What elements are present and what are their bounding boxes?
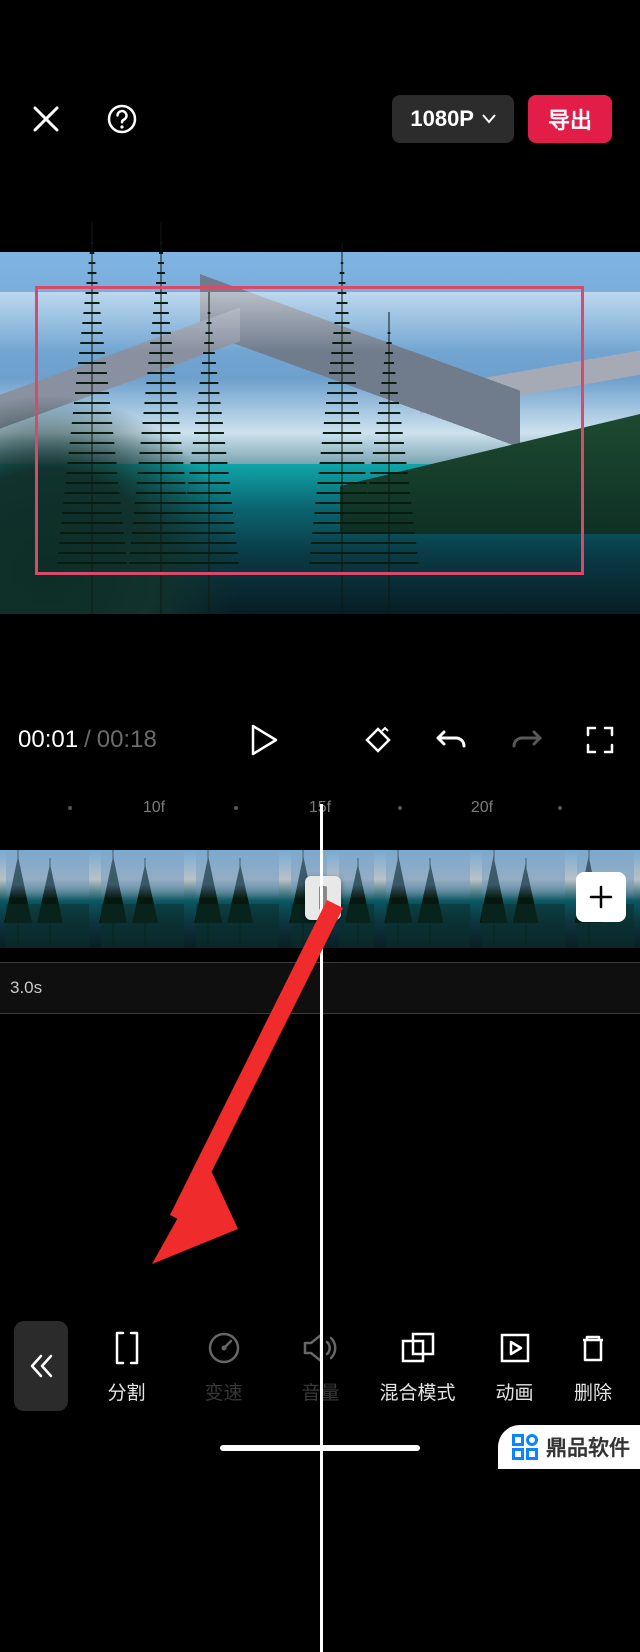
tool-animation-label: 动画: [495, 1378, 533, 1405]
overlay-duration: 3.0s: [10, 978, 42, 998]
play-icon: [250, 724, 278, 756]
keyframe-icon: [363, 725, 393, 755]
tool-split-label: 分割: [107, 1378, 145, 1405]
ruler-dot: [234, 806, 238, 810]
tool-split[interactable]: 分割: [78, 1328, 175, 1405]
ruler-tick: 20f: [471, 799, 493, 817]
playback-bar: 00:01 / 00:18: [0, 708, 640, 772]
ruler-dot: [68, 806, 72, 810]
fullscreen-button[interactable]: [578, 718, 622, 762]
blend-icon: [400, 1331, 436, 1365]
watermark-logo-icon: [512, 1434, 538, 1460]
add-clip-button[interactable]: [576, 872, 626, 922]
clip-thumbnail[interactable]: [0, 850, 95, 948]
tool-animation[interactable]: 动画: [466, 1328, 563, 1405]
tool-blend-label: 混合模式: [379, 1378, 455, 1405]
ruler-dot: [558, 806, 562, 810]
watermark-text: 鼎品软件: [546, 1432, 630, 1462]
delete-icon: [577, 1332, 609, 1364]
header-bar: 1080P 导出: [0, 84, 640, 154]
header-left: [28, 101, 140, 137]
timeline[interactable]: 3.0s: [0, 832, 640, 1222]
clip-thumbnail[interactable]: [190, 850, 285, 948]
tool-delete-label: 删除: [574, 1378, 612, 1405]
undo-button[interactable]: [430, 718, 474, 762]
time-separator: /: [84, 726, 91, 754]
plus-icon: [589, 885, 613, 909]
keyframe-button[interactable]: [356, 718, 400, 762]
close-icon: [31, 104, 61, 134]
export-button[interactable]: 导出: [528, 95, 612, 143]
playbar-actions: [356, 718, 622, 762]
video-preview[interactable]: [0, 252, 640, 614]
split-icon: [111, 1331, 143, 1365]
crop-rect[interactable]: [35, 286, 584, 575]
ruler-tick: 10f: [143, 799, 165, 817]
resolution-label: 1080P: [410, 106, 474, 132]
animation-icon: [499, 1332, 531, 1364]
redo-icon: [510, 726, 542, 754]
watermark: 鼎品软件: [498, 1425, 640, 1469]
close-button[interactable]: [28, 101, 64, 137]
fullscreen-icon: [586, 726, 614, 754]
current-time: 00:01: [18, 726, 78, 754]
help-button[interactable]: [104, 101, 140, 137]
chevrons-left-icon: [27, 1352, 55, 1380]
playhead[interactable]: [320, 804, 323, 1652]
total-time: 00:18: [97, 726, 157, 754]
chevron-down-icon: [482, 114, 496, 124]
tool-delete[interactable]: 删除: [563, 1328, 623, 1405]
ruler-dot: [398, 806, 402, 810]
undo-icon: [436, 726, 468, 754]
tool-speed[interactable]: 变速: [175, 1328, 272, 1405]
transition-button[interactable]: [305, 876, 341, 920]
play-button[interactable]: [242, 718, 286, 762]
clip-thumbnail[interactable]: [380, 850, 475, 948]
clip-thumbnail[interactable]: [476, 850, 571, 948]
help-icon: [106, 103, 138, 135]
tool-speed-label: 变速: [204, 1378, 242, 1405]
toolbar-back-button[interactable]: [14, 1321, 68, 1411]
tool-blend[interactable]: 混合模式: [369, 1328, 466, 1405]
export-label: 导出: [548, 103, 592, 135]
redo-button[interactable]: [504, 718, 548, 762]
clip-thumbnail[interactable]: [95, 850, 190, 948]
speed-icon: [207, 1331, 241, 1365]
timecode: 00:01 / 00:18: [18, 726, 157, 754]
resolution-dropdown[interactable]: 1080P: [392, 95, 514, 143]
